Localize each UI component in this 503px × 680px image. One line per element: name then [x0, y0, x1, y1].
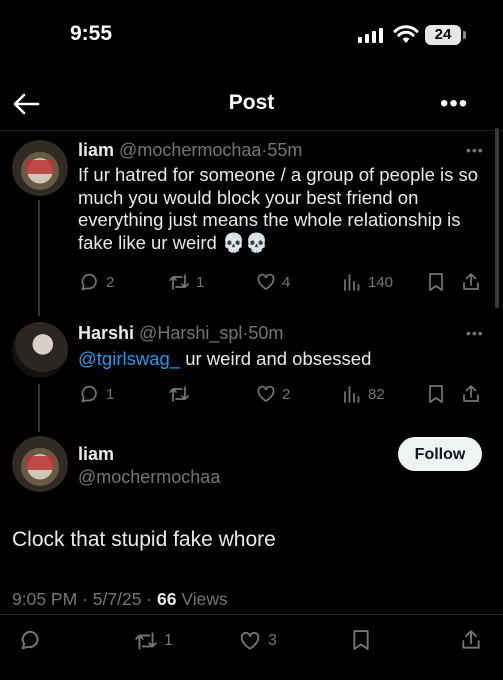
- share-icon[interactable]: [461, 384, 481, 404]
- views-count: 82: [368, 385, 385, 403]
- reply-button[interactable]: 1: [80, 384, 114, 404]
- heart-icon: [240, 631, 260, 650]
- like-count: 4: [282, 273, 291, 291]
- views-label: Views: [181, 589, 228, 609]
- thread-line: [38, 200, 40, 316]
- reply-more-icon[interactable]: •••: [466, 325, 484, 341]
- views-count: 66: [157, 589, 177, 609]
- repost-count: 1: [196, 273, 205, 291]
- repost-count: 1: [164, 632, 173, 649]
- reply-header: liam @mochermochaa·55m: [78, 140, 302, 161]
- bookmark-icon[interactable]: [351, 628, 371, 652]
- comment-icon[interactable]: [20, 629, 42, 651]
- repost-button[interactable]: 1: [168, 272, 204, 292]
- avatar[interactable]: [12, 322, 68, 378]
- header-divider: [0, 130, 503, 131]
- repost-button[interactable]: [168, 384, 196, 404]
- mention-link[interactable]: @tgirlswag_: [78, 348, 180, 369]
- post-time: 55m: [267, 140, 303, 160]
- share-icon[interactable]: [460, 628, 482, 652]
- thread-line: [38, 384, 40, 432]
- separator: ·: [82, 589, 88, 609]
- bookmark-icon[interactable]: [427, 272, 445, 292]
- scrollbar[interactable]: [495, 128, 499, 308]
- wifi-icon: [393, 25, 419, 43]
- author-handle[interactable]: @Harshi_spl: [139, 323, 242, 343]
- views-button[interactable]: 140: [342, 272, 393, 292]
- author-handle[interactable]: @mochermochaa: [78, 467, 220, 488]
- reply-body: ur weird and obsessed: [180, 348, 372, 369]
- reply-more-icon[interactable]: •••: [466, 142, 484, 158]
- repost-icon: [169, 274, 189, 290]
- post-meta: 9:05 PM · 5/7/25 · 66 Views: [12, 589, 228, 610]
- comment-icon: [81, 273, 97, 291]
- heart-icon: [257, 273, 275, 290]
- post-text: Clock that stupid fake whore: [12, 528, 276, 551]
- bookmark-icon[interactable]: [427, 384, 445, 404]
- reply-header: Harshi @Harshi_spl·50m: [78, 323, 283, 344]
- reply-button[interactable]: 2: [80, 272, 114, 292]
- post-time: 50m: [248, 323, 284, 343]
- page-title: Post: [228, 91, 275, 114]
- avatar[interactable]: [12, 436, 68, 492]
- post-date: 5/7/25: [92, 589, 142, 609]
- repost-button[interactable]: 1: [134, 630, 173, 652]
- cellular-signal-icon: [358, 28, 383, 43]
- like-count: 2: [282, 385, 291, 403]
- author-name[interactable]: liam: [78, 140, 114, 160]
- heart-icon: [257, 385, 275, 402]
- repost-icon: [135, 632, 157, 650]
- comment-icon: [81, 385, 97, 403]
- reply-count: 2: [106, 273, 115, 291]
- views-button[interactable]: 82: [342, 384, 385, 404]
- battery-indicator: 24: [425, 25, 466, 45]
- avatar[interactable]: [12, 140, 68, 196]
- like-button[interactable]: 2: [256, 384, 290, 404]
- repost-icon: [169, 386, 189, 402]
- author-name[interactable]: Harshi: [78, 323, 134, 343]
- author-name[interactable]: liam: [78, 444, 114, 465]
- meta-divider: [0, 614, 503, 615]
- more-options-icon[interactable]: •••: [440, 90, 468, 118]
- views-chart-icon: [344, 274, 360, 291]
- separator: ·: [146, 589, 153, 609]
- views-chart-icon: [344, 386, 360, 403]
- views-count: 140: [368, 273, 394, 291]
- like-count: 3: [268, 632, 277, 649]
- status-time: 9:55: [70, 22, 113, 45]
- author-handle[interactable]: @mochermochaa: [119, 140, 261, 160]
- post-time: 9:05 PM: [12, 589, 78, 609]
- follow-button[interactable]: Follow: [398, 437, 482, 471]
- share-icon[interactable]: [461, 272, 481, 292]
- reply-count: 1: [106, 385, 115, 403]
- like-button[interactable]: 3: [238, 630, 277, 652]
- reply-text: @tgirlswag_ ur weird and obsessed: [78, 348, 488, 371]
- reply-text: If ur hatred for someone / a group of pe…: [78, 164, 479, 253]
- like-button[interactable]: 4: [256, 272, 290, 292]
